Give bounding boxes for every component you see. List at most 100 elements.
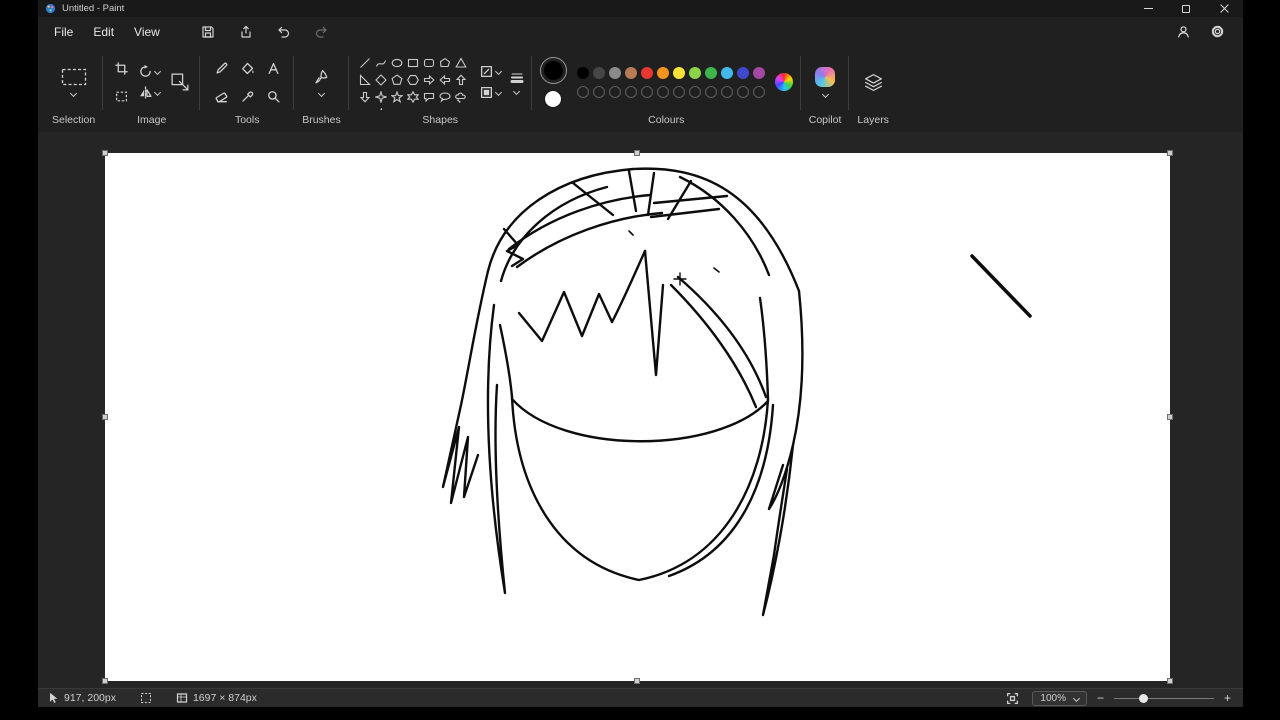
flip-button[interactable] (139, 86, 162, 99)
custom-colour-slot-7[interactable] (688, 85, 701, 98)
shape-pentagon[interactable] (389, 71, 405, 88)
copilot-button[interactable] (815, 67, 836, 99)
shape-six-point-star[interactable] (405, 88, 421, 105)
resize-handle-middle-right[interactable] (1167, 414, 1173, 420)
resize-handle-bottom-left[interactable] (102, 678, 108, 684)
custom-colour-slot-5[interactable] (656, 85, 669, 98)
edit-colours-button[interactable] (774, 73, 793, 91)
zoom-fit-button[interactable] (1002, 688, 1022, 708)
shape-triangle[interactable] (453, 54, 469, 71)
share-button[interactable] (236, 22, 256, 42)
colour-swatch-9[interactable] (720, 66, 733, 79)
custom-colour-slot-1[interactable] (592, 85, 605, 98)
layers-button[interactable] (861, 70, 885, 94)
colour-swatch-11[interactable] (752, 66, 765, 79)
zoom-slider-thumb[interactable] (1138, 693, 1148, 703)
menu-file[interactable]: File (44, 21, 83, 43)
save-button[interactable] (198, 22, 218, 42)
zoom-slider[interactable] (1113, 691, 1214, 705)
zoom-out-button[interactable]: − (1097, 692, 1104, 704)
zoom-level-dropdown[interactable]: 100% (1032, 690, 1087, 706)
menu-edit[interactable]: Edit (83, 21, 124, 43)
resize-handle-bottom-center[interactable] (634, 678, 640, 684)
resize-handle-top-left[interactable] (102, 150, 108, 156)
shape-arrow-up[interactable] (453, 71, 469, 88)
colour-swatch-6[interactable] (672, 66, 685, 79)
resize-handle-top-center[interactable] (634, 150, 640, 156)
magnifier-tool-button[interactable] (263, 86, 283, 106)
colour-swatch-7[interactable] (688, 66, 701, 79)
shape-fill-button[interactable] (480, 86, 502, 99)
custom-colour-slot-0[interactable] (576, 85, 589, 98)
primary-colour-selected[interactable] (539, 56, 567, 84)
shape-rounded-speech-bubble[interactable] (421, 88, 437, 105)
shape-hexagon[interactable] (405, 71, 421, 88)
text-tool-button[interactable] (263, 58, 283, 78)
shape-arrow-left[interactable] (437, 71, 453, 88)
colour-swatch-8[interactable] (704, 66, 717, 79)
colour-swatch-10[interactable] (736, 66, 749, 79)
resize-handle-bottom-right[interactable] (1167, 678, 1173, 684)
resize-handle-top-right[interactable] (1167, 150, 1173, 156)
shape-oval[interactable] (389, 54, 405, 71)
colour-swatch-5[interactable] (656, 66, 669, 79)
colour-swatch-4[interactable] (640, 66, 653, 79)
custom-colour-slot-2[interactable] (608, 85, 621, 98)
shape-rectangle[interactable] (405, 54, 421, 71)
marquee-button[interactable] (111, 86, 131, 106)
shape-outline-button[interactable] (480, 65, 502, 78)
group-shapes: Shapes (349, 46, 532, 132)
redo-button[interactable] (312, 22, 332, 42)
shape-curve[interactable] (373, 54, 389, 71)
shape-oval-speech-bubble[interactable] (437, 88, 453, 105)
shape-polygon[interactable] (437, 54, 453, 71)
shape-four-point-star[interactable] (373, 88, 389, 105)
custom-colour-slot-4[interactable] (640, 85, 653, 98)
crop-button[interactable] (111, 58, 131, 78)
shape-diamond[interactable] (373, 71, 389, 88)
shape-arrow-down[interactable] (357, 88, 373, 105)
selection-tool-button[interactable] (61, 68, 87, 98)
fill-tool-button[interactable] (237, 58, 257, 78)
eraser-tool-button[interactable] (211, 86, 231, 106)
custom-colour-slot-11[interactable] (752, 85, 765, 98)
secondary-colour-swatch[interactable] (544, 89, 563, 108)
custom-colour-slot-6[interactable] (672, 85, 685, 98)
drawing-canvas[interactable] (102, 150, 1173, 684)
settings-button[interactable] (1207, 22, 1227, 42)
copilot-icon (815, 67, 836, 87)
stroke-size-button[interactable] (510, 71, 524, 95)
close-button[interactable] (1205, 0, 1243, 17)
colour-swatch-2[interactable] (608, 66, 621, 79)
zoom-in-button[interactable]: + (1224, 692, 1231, 704)
resize-handle-middle-left[interactable] (102, 414, 108, 420)
colour-swatch-1[interactable] (592, 66, 605, 79)
custom-colour-slot-3[interactable] (624, 85, 637, 98)
minimize-button[interactable] (1129, 0, 1167, 17)
brushes-button[interactable] (314, 69, 329, 97)
color-picker-tool-button[interactable] (237, 86, 257, 106)
menu-view[interactable]: View (124, 21, 170, 43)
resize-button[interactable] (168, 70, 192, 94)
maximize-button[interactable] (1167, 0, 1205, 17)
colour-swatch-3[interactable] (624, 66, 637, 79)
shape-five-point-star[interactable] (389, 88, 405, 105)
shape-right-triangle[interactable] (357, 71, 373, 88)
custom-colour-slot-10[interactable] (736, 85, 749, 98)
colour-swatch-0[interactable] (576, 66, 589, 79)
canvas-size-status: 1697 × 874px (176, 692, 257, 704)
shape-rounded-rectangle[interactable] (421, 54, 437, 71)
account-button[interactable] (1173, 22, 1193, 42)
shape-line[interactable] (357, 54, 373, 71)
cursor-position-status: 917, 200px (48, 692, 116, 704)
pencil-tool-button[interactable] (211, 58, 231, 78)
custom-colour-slot-9[interactable] (720, 85, 733, 98)
shape-cloud-speech-bubble[interactable] (453, 88, 469, 105)
flip-icon (140, 86, 152, 99)
shape-heart[interactable] (357, 105, 373, 110)
rotate-button[interactable] (139, 65, 162, 78)
undo-button[interactable] (274, 22, 294, 42)
custom-colour-slot-8[interactable] (704, 85, 717, 98)
shape-lightning[interactable] (373, 105, 389, 110)
shape-arrow-right[interactable] (421, 71, 437, 88)
